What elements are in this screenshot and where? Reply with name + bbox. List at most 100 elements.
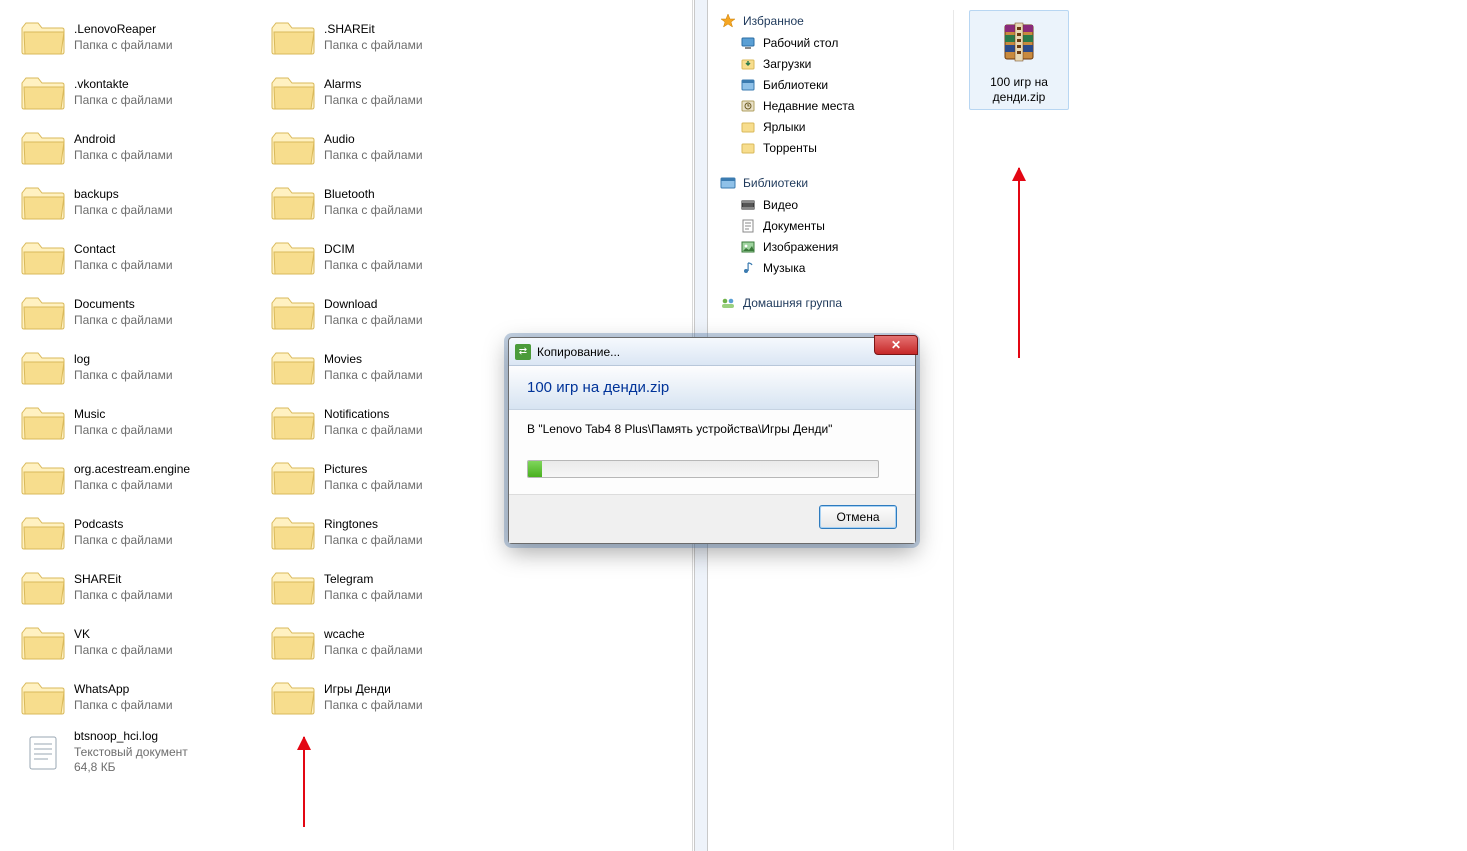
- folder-icon: [270, 568, 316, 608]
- tree-item-label: Ярлыки: [763, 120, 806, 134]
- folder-type: Папка с файлами: [74, 38, 173, 54]
- folder-item[interactable]: AndroidПапка с файлами: [20, 120, 270, 175]
- folder-item[interactable]: DownloadПапка с файлами: [270, 285, 520, 340]
- folder-icon: [270, 403, 316, 443]
- progress-bar: [527, 460, 879, 478]
- folder-item[interactable]: PicturesПапка с файлами: [270, 450, 520, 505]
- folder-item[interactable]: MusicПапка с файлами: [20, 395, 270, 450]
- file-item[interactable]: btsnoop_hci.logТекстовый документ64,8 КБ: [20, 725, 270, 780]
- folder-type: Папка с файлами: [324, 93, 423, 109]
- folder-name: VK: [74, 627, 173, 643]
- folder-item[interactable]: VKПапка с файлами: [20, 615, 270, 670]
- folder-item[interactable]: DocumentsПапка с файлами: [20, 285, 270, 340]
- folder-item[interactable]: PodcastsПапка с файлами: [20, 505, 270, 560]
- dialog-close-button[interactable]: ✕: [874, 335, 918, 355]
- folder-type: Папка с файлами: [324, 423, 423, 439]
- folder-icon: [270, 513, 316, 553]
- folder-name: Documents: [74, 297, 173, 313]
- tree-item-label: Документы: [763, 219, 825, 233]
- folder-item[interactable]: BluetoothПапка с файлами: [270, 175, 520, 230]
- file-item-zip[interactable]: 100 игр на денди.zip: [969, 10, 1069, 110]
- music-icon: [739, 260, 757, 276]
- folder-name: log: [74, 352, 173, 368]
- folder-item[interactable]: TelegramПапка с файлами: [270, 560, 520, 615]
- folder-name: Alarms: [324, 77, 423, 93]
- tree-item-shortcuts[interactable]: Ярлыки: [719, 116, 953, 137]
- libraries-icon: [719, 175, 737, 191]
- folder-icon: [270, 18, 316, 58]
- documents-icon: [739, 218, 757, 234]
- copy-dialog: ✕ ⇄ Копирование... 100 игр на денди.zip …: [508, 337, 916, 544]
- folder-name: Pictures: [324, 462, 423, 478]
- tree-item-downloads[interactable]: Загрузки: [719, 53, 953, 74]
- folder-name: Android: [74, 132, 173, 148]
- folder-icon: [20, 293, 66, 333]
- tree-group-libraries[interactable]: Библиотеки: [719, 172, 953, 194]
- tree-group-favorites[interactable]: Избранное: [719, 10, 953, 32]
- folder-item[interactable]: SHAREitПапка с файлами: [20, 560, 270, 615]
- tree-item-desktop[interactable]: Рабочий стол: [719, 32, 953, 53]
- folder-item[interactable]: MoviesПапка с файлами: [270, 340, 520, 395]
- tree-item-torrents[interactable]: Торренты: [719, 137, 953, 158]
- folder-type: Папка с файлами: [324, 38, 423, 54]
- folder-item[interactable]: AlarmsПапка с файлами: [270, 65, 520, 120]
- cancel-button[interactable]: Отмена: [819, 505, 897, 529]
- folder-type: Папка с файлами: [324, 643, 423, 659]
- dialog-titlebar[interactable]: ⇄ Копирование...: [509, 338, 915, 366]
- folder-type: Папка с файлами: [324, 313, 423, 329]
- folder-type: Папка с файлами: [74, 588, 173, 604]
- folder-item[interactable]: logПапка с файлами: [20, 340, 270, 395]
- folder-name: Movies: [324, 352, 423, 368]
- dialog-app-icon: ⇄: [515, 344, 531, 360]
- file-name: 100 игр на денди.zip: [972, 75, 1066, 105]
- folder-item[interactable]: Игры ДендиПапка с файлами: [270, 670, 520, 725]
- folder-name: .SHAREit: [324, 22, 423, 38]
- tree-item-label: Видео: [763, 198, 798, 212]
- tree-item-recent[interactable]: Недавние места: [719, 95, 953, 116]
- recent-icon: [739, 98, 757, 114]
- folder-name: Contact: [74, 242, 173, 258]
- video-icon: [739, 197, 757, 213]
- tree-item-music[interactable]: Музыка: [719, 257, 953, 278]
- folder-item[interactable]: NotificationsПапка с файлами: [270, 395, 520, 450]
- folder-icon: [20, 18, 66, 58]
- folder-item[interactable]: backupsПапка с файлами: [20, 175, 270, 230]
- folder-item[interactable]: AudioПапка с файлами: [270, 120, 520, 175]
- tree-group-label: Домашняя группа: [743, 296, 842, 310]
- folder-item[interactable]: .LenovoReaperПапка с файлами: [20, 10, 270, 65]
- torrents-icon: [739, 140, 757, 156]
- folder-type: Папка с файлами: [74, 423, 173, 439]
- folder-type: Папка с файлами: [74, 93, 173, 109]
- folder-icon: [20, 458, 66, 498]
- tree-group-homegroup[interactable]: Домашняя группа: [719, 292, 953, 314]
- folder-grid: .LenovoReaperПапка с файлами .vkontakteП…: [20, 10, 520, 780]
- folder-item[interactable]: .vkontakteПапка с файлами: [20, 65, 270, 120]
- dialog-heading: 100 игр на денди.zip: [527, 379, 669, 396]
- tree-item-video[interactable]: Видео: [719, 194, 953, 215]
- dialog-title: Копирование...: [537, 345, 620, 359]
- tree-item-documents[interactable]: Документы: [719, 215, 953, 236]
- folder-item[interactable]: DCIMПапка с файлами: [270, 230, 520, 285]
- folder-item[interactable]: ContactПапка с файлами: [20, 230, 270, 285]
- folder-type: Папка с файлами: [74, 368, 173, 384]
- tree-item-pictures[interactable]: Изображения: [719, 236, 953, 257]
- folder-item[interactable]: wcacheПапка с файлами: [270, 615, 520, 670]
- desktop-icon: [739, 35, 757, 51]
- folder-icon: [270, 128, 316, 168]
- tree-group-label: Избранное: [743, 14, 804, 28]
- downloads-icon: [739, 56, 757, 72]
- file-size: 64,8 КБ: [74, 760, 188, 776]
- folder-item[interactable]: RingtonesПапка с файлами: [270, 505, 520, 560]
- folder-item[interactable]: .SHAREitПапка с файлами: [270, 10, 520, 65]
- folder-type: Папка с файлами: [324, 698, 423, 714]
- folder-icon: [270, 623, 316, 663]
- folder-name: .LenovoReaper: [74, 22, 173, 38]
- folder-type: Папка с файлами: [74, 148, 173, 164]
- folder-name: Audio: [324, 132, 423, 148]
- folder-icon: [20, 623, 66, 663]
- folder-type: Папка с файлами: [74, 313, 173, 329]
- folder-item[interactable]: org.acestream.engineПапка с файлами: [20, 450, 270, 505]
- folder-item[interactable]: WhatsAppПапка с файлами: [20, 670, 270, 725]
- folder-name: DCIM: [324, 242, 423, 258]
- tree-item-libraries[interactable]: Библиотеки: [719, 74, 953, 95]
